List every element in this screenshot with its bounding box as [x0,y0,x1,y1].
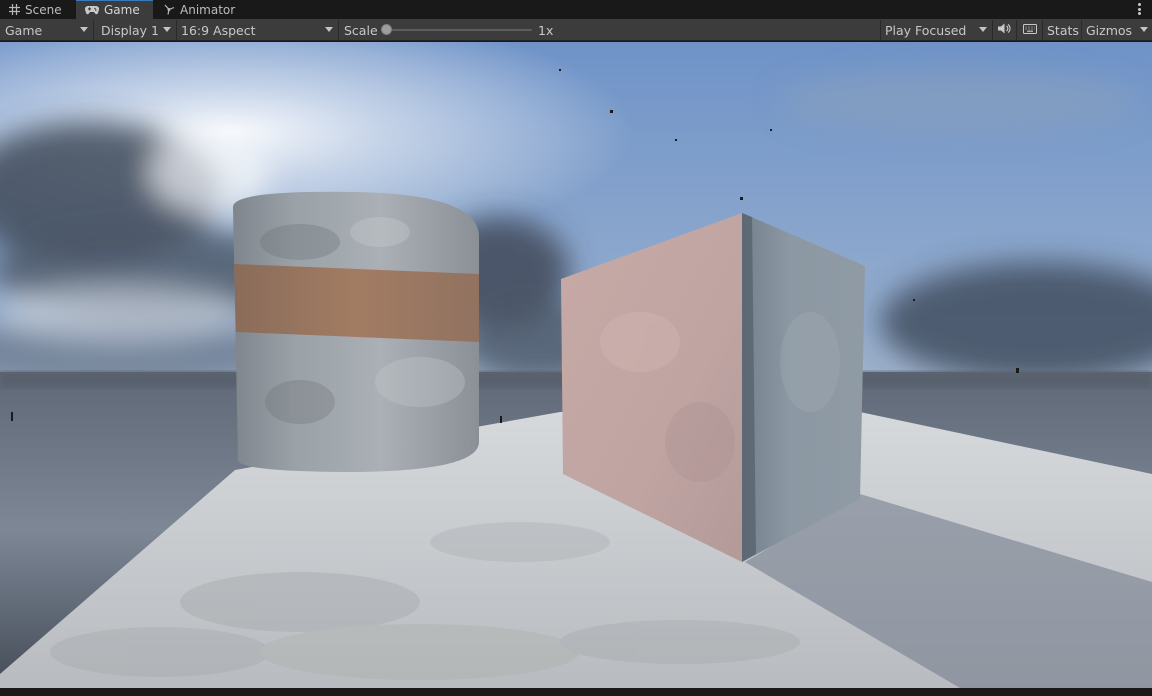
more-options-icon[interactable] [1134,2,1144,16]
game-viewport[interactable] [0,42,1152,688]
play-mode-value: Play Focused [885,22,967,38]
gizmos-label: Gizmos [1086,22,1133,38]
toolbar-divider [1016,20,1017,40]
chevron-down-icon [979,27,987,32]
tab-animator-label: Animator [180,2,236,17]
rendered-scene [0,42,1152,688]
toolbar-divider [1042,20,1043,40]
gamepad-icon [85,5,99,15]
display-dropdown[interactable]: Display 1 [96,20,175,40]
grid-icon [9,4,20,15]
scale-slider-track[interactable] [386,29,532,31]
toolbar-divider [338,20,339,40]
keyboard-icon [1023,23,1037,37]
mute-audio-button[interactable] [993,20,1015,40]
scale-slider-thumb[interactable] [381,24,392,35]
view-type-value: Game [5,22,43,38]
toolbar-divider [93,20,94,40]
view-type-dropdown[interactable]: Game [0,20,92,40]
editor-tab-strip: Scene Game Animator [0,0,1152,19]
chevron-down-icon [325,27,333,32]
aspect-dropdown[interactable]: 16:9 Aspect [176,20,337,40]
game-view-toolbar: Game Display 1 16:9 Aspect Scale 1x Play… [0,19,1152,41]
speaker-icon [997,23,1011,37]
tab-game[interactable]: Game [76,0,153,19]
scale-label: Scale [344,22,378,38]
display-value: Display 1 [101,22,160,38]
stats-button[interactable]: Stats [1047,20,1079,40]
tab-scene-label: Scene [25,2,62,17]
shortcuts-button[interactable] [1019,20,1041,40]
tab-animator[interactable]: Animator [155,0,241,19]
gizmos-dropdown[interactable]: Gizmos [1081,20,1152,40]
tab-game-label: Game [104,3,140,17]
animator-icon [164,4,175,15]
chevron-down-icon [163,27,171,32]
aspect-value: 16:9 Aspect [181,22,256,38]
tab-scene[interactable]: Scene [0,0,74,19]
window-bottom-edge [0,688,1152,696]
chevron-down-icon [1140,27,1148,32]
scale-value: 1x [538,22,554,38]
play-mode-dropdown[interactable]: Play Focused [880,20,991,40]
cylinder-object [233,191,479,472]
chevron-down-icon [80,27,88,32]
